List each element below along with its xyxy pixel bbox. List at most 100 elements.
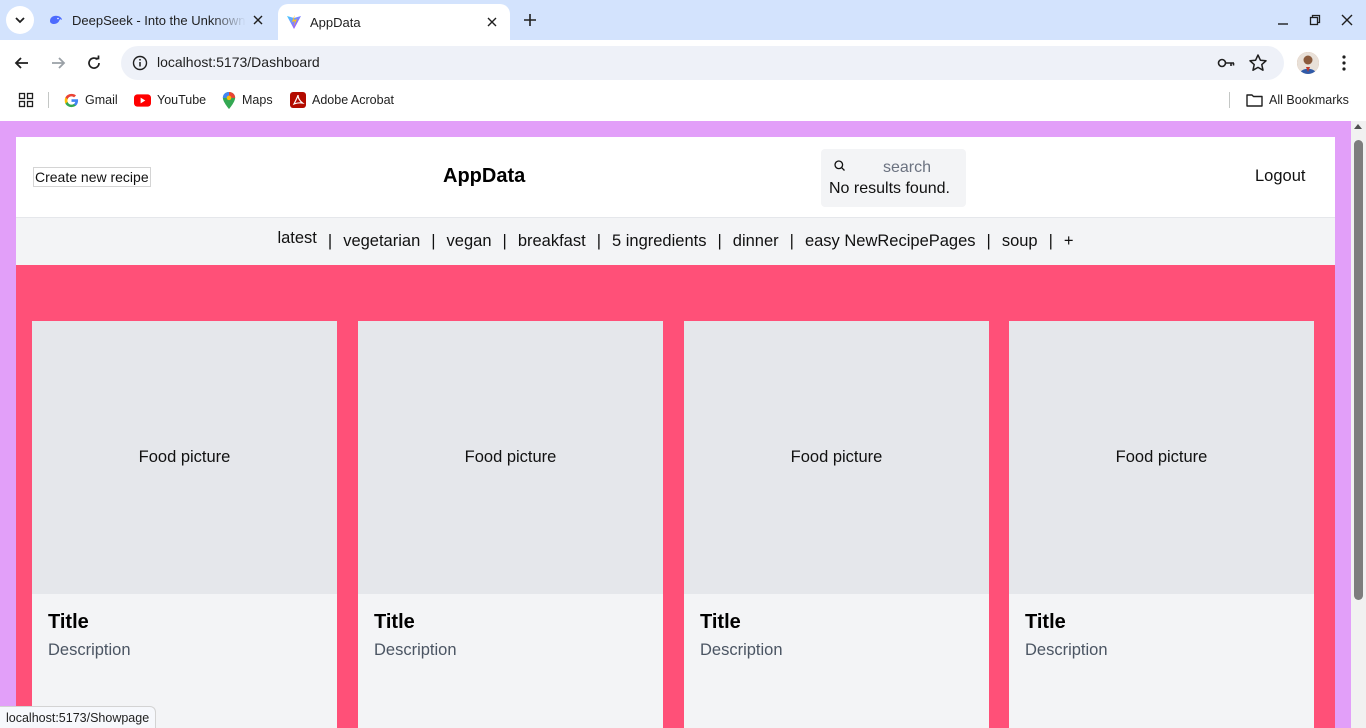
new-tab-button[interactable] (518, 8, 542, 32)
add-category-button[interactable]: + (1063, 232, 1075, 251)
youtube-icon (134, 93, 151, 107)
recipe-title: Title (48, 611, 89, 633)
bookmark-divider (1229, 92, 1230, 108)
close-icon (1341, 14, 1353, 26)
vite-icon (287, 15, 301, 29)
tab-title: AppData (310, 14, 361, 30)
food-picture-placeholder: Food picture (358, 321, 663, 594)
bookmark-youtube[interactable]: YouTube (134, 90, 206, 110)
apps-button[interactable] (18, 90, 34, 110)
site-info-icon[interactable] (129, 52, 151, 74)
maps-icon (222, 91, 236, 109)
reload-button[interactable] (80, 49, 108, 77)
tab-deepseek[interactable]: DeepSeek - Into the Unknown (40, 0, 276, 40)
recipe-card[interactable]: Food picture Title Description (684, 321, 989, 728)
category-separator: | (789, 232, 794, 250)
arrow-right-icon (52, 57, 66, 69)
food-picture-placeholder: Food picture (1009, 321, 1314, 594)
apps-grid-icon (18, 92, 34, 108)
bookmark-maps[interactable]: Maps (222, 90, 273, 110)
food-picture-placeholder: Food picture (32, 321, 337, 594)
more-vertical-icon (1342, 55, 1346, 71)
scroll-up-arrow-icon[interactable] (1354, 124, 1362, 129)
bookmark-divider (48, 92, 49, 108)
recipe-card[interactable]: Food picture Title Description (32, 321, 337, 728)
category-vegetarian[interactable]: vegetarian (342, 232, 421, 251)
search-container: No results found. (821, 149, 966, 207)
browser-toolbar: localhost:5173/Dashboard (0, 40, 1366, 86)
create-recipe-button[interactable]: Create new recipe (33, 167, 151, 187)
folder-icon (1246, 94, 1263, 107)
bookmark-label: Adobe Acrobat (312, 93, 395, 107)
close-icon[interactable] (480, 10, 504, 34)
chevron-down-icon (15, 17, 25, 24)
category-latest[interactable]: latest (276, 229, 317, 248)
category-soup[interactable]: soup (1001, 232, 1039, 251)
back-button[interactable] (8, 49, 36, 77)
bookmark-label: Maps (242, 93, 273, 107)
recipe-description: Description (374, 641, 457, 659)
plus-icon (524, 14, 536, 26)
url-text[interactable]: localhost:5173/Dashboard (157, 54, 320, 70)
scrollbar-thumb[interactable] (1354, 140, 1363, 600)
category-separator: | (596, 232, 601, 250)
recipe-title: Title (700, 611, 741, 633)
category-vegan[interactable]: vegan (446, 232, 493, 251)
recipe-description: Description (1025, 641, 1108, 659)
category-separator: | (986, 232, 991, 250)
browser-menu-button[interactable] (1334, 51, 1354, 75)
category-breakfast[interactable]: breakfast (517, 232, 587, 251)
minimize-button[interactable] (1271, 8, 1295, 32)
bookmark-label: YouTube (157, 93, 207, 107)
tab-strip: DeepSeek - Into the Unknown AppData (0, 0, 1366, 40)
app-header: Create new recipe AppData No results fou… (16, 137, 1335, 217)
status-bar-url: localhost:5173/Showpage (0, 706, 157, 728)
category-separator: | (1048, 232, 1053, 250)
bookmark-adobe-acrobat[interactable]: Adobe Acrobat (290, 90, 394, 110)
page-scrollbar[interactable] (1351, 121, 1366, 728)
bookmark-label: Gmail (85, 93, 118, 107)
profile-avatar[interactable] (1297, 52, 1319, 74)
restore-button[interactable] (1303, 8, 1327, 32)
arrow-left-icon (14, 57, 28, 69)
minimize-icon (1278, 23, 1288, 25)
deepseek-whale-icon (50, 15, 62, 24)
recipe-card[interactable]: Food picture Title Description (358, 321, 663, 728)
app-container: Create new recipe AppData No results fou… (16, 137, 1335, 728)
all-bookmarks-label: All Bookmarks (1269, 93, 1349, 107)
recipe-title: Title (374, 611, 415, 633)
search-no-results: No results found. (829, 180, 950, 197)
recipe-description: Description (48, 641, 131, 659)
bookmark-gmail[interactable]: Gmail (64, 90, 118, 110)
close-window-button[interactable] (1335, 8, 1359, 32)
chrome-divider (0, 114, 1366, 121)
category-separator: | (502, 232, 507, 250)
search-input[interactable] (857, 157, 957, 179)
category-separator: | (717, 232, 722, 250)
tab-title: DeepSeek - Into the Unknown (72, 12, 246, 28)
acrobat-icon (290, 92, 306, 108)
restore-icon (1309, 14, 1321, 26)
category-separator: | (327, 232, 333, 250)
all-bookmarks-button[interactable]: All Bookmarks (1246, 90, 1349, 110)
category-nav: latest | vegetarian | vegan | breakfast | 5 ingr… (16, 217, 1335, 265)
password-key-icon[interactable] (1216, 53, 1236, 73)
forward-button[interactable] (44, 49, 72, 77)
recipe-card-grid: Food picture Title Description Food picture… (32, 321, 1319, 728)
category-list: latest | vegetarian | vegan | breakfast | 5 ingr… (16, 229, 1335, 251)
category-easy-newrecipepages[interactable]: easy NewRecipePages (804, 232, 977, 251)
logout-button[interactable]: Logout (1255, 167, 1335, 186)
google-icon (64, 93, 79, 107)
bookmarks-bar: Gmail YouTube Maps Adobe Acrobat All Boo… (0, 86, 1366, 114)
brand-title: AppData (443, 165, 526, 187)
tab-search-button[interactable] (6, 6, 34, 34)
category-dinner[interactable]: dinner (732, 232, 780, 251)
recipe-card[interactable]: Food picture Title Description (1009, 321, 1314, 728)
bookmark-star-icon[interactable] (1248, 53, 1268, 73)
category-separator: | (431, 232, 436, 250)
category-5-ingredients[interactable]: 5 ingredients (611, 232, 707, 251)
close-icon[interactable] (246, 8, 270, 32)
tab-appdata[interactable]: AppData (278, 4, 510, 40)
address-bar[interactable]: localhost:5173/Dashboard (121, 46, 1284, 80)
recipe-title: Title (1025, 611, 1066, 633)
